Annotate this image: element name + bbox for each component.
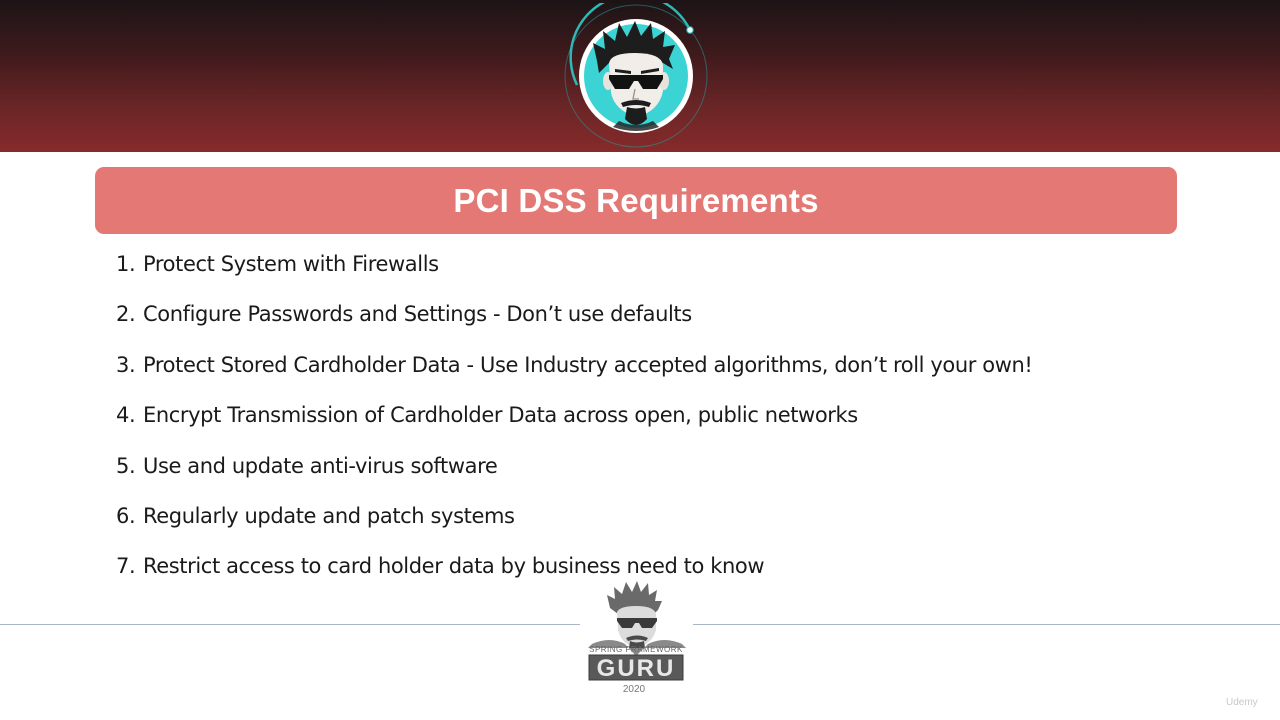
- requirement-number: 5.: [116, 453, 136, 478]
- footer-divider-right: [693, 624, 1280, 625]
- requirement-number: 2.: [116, 302, 136, 327]
- requirement-number: 6.: [116, 503, 136, 528]
- logo-brand-line1: SPRING FRAMEWORK: [589, 645, 683, 654]
- requirements-list: 1. Protect System with Firewalls 2. Config…: [116, 245, 1033, 598]
- requirement-text: Restrict access to card holder data by b…: [143, 554, 765, 579]
- title-bar: PCI DSS Requirements: [95, 167, 1177, 234]
- requirement-text: Encrypt Transmission of Cardholder Data …: [143, 403, 858, 428]
- presenter-avatar-icon: [563, 3, 709, 149]
- requirement-number: 1.: [116, 252, 136, 276]
- requirement-item: 7. Restrict access to card holder data by…: [116, 547, 1032, 597]
- requirement-item: 6. Regularly update and patch systems: [116, 497, 1032, 547]
- slide-title: PCI DSS Requirements: [453, 181, 819, 219]
- requirement-item: 1. Protect System with Firewalls: [116, 245, 1032, 295]
- requirement-item: 2. Configure Passwords and Settings - Don…: [116, 295, 1032, 345]
- footer-divider-left: [0, 624, 580, 625]
- requirement-text: Regularly update and patch systems: [143, 503, 515, 528]
- logo-year: 2020: [622, 684, 646, 695]
- requirement-number: 7.: [116, 554, 136, 579]
- logo-brand-line2: GURU: [597, 655, 676, 682]
- udemy-watermark: Udemy: [1226, 697, 1258, 708]
- requirement-item: 5. Use and update anti-virus software: [116, 447, 1032, 497]
- spring-framework-guru-logo: SPRING FRAMEWORK GURU 2020: [580, 578, 692, 698]
- requirement-number: 4.: [116, 403, 136, 428]
- requirement-text: Configure Passwords and Settings - Don’t…: [143, 302, 692, 327]
- requirement-text: Protect Stored Cardholder Data - Use Ind…: [143, 352, 1033, 377]
- requirement-number: 3.: [116, 352, 136, 377]
- slide: PCI DSS Requirements 1. Protect System wi…: [0, 0, 1280, 720]
- requirement-text: Use and update anti-virus software: [143, 453, 498, 478]
- requirement-item: 3. Protect Stored Cardholder Data - Use I…: [116, 346, 1033, 396]
- requirement-text: Protect System with Firewalls: [143, 252, 439, 276]
- requirement-item: 4. Encrypt Transmission of Cardholder Dat…: [116, 396, 1032, 446]
